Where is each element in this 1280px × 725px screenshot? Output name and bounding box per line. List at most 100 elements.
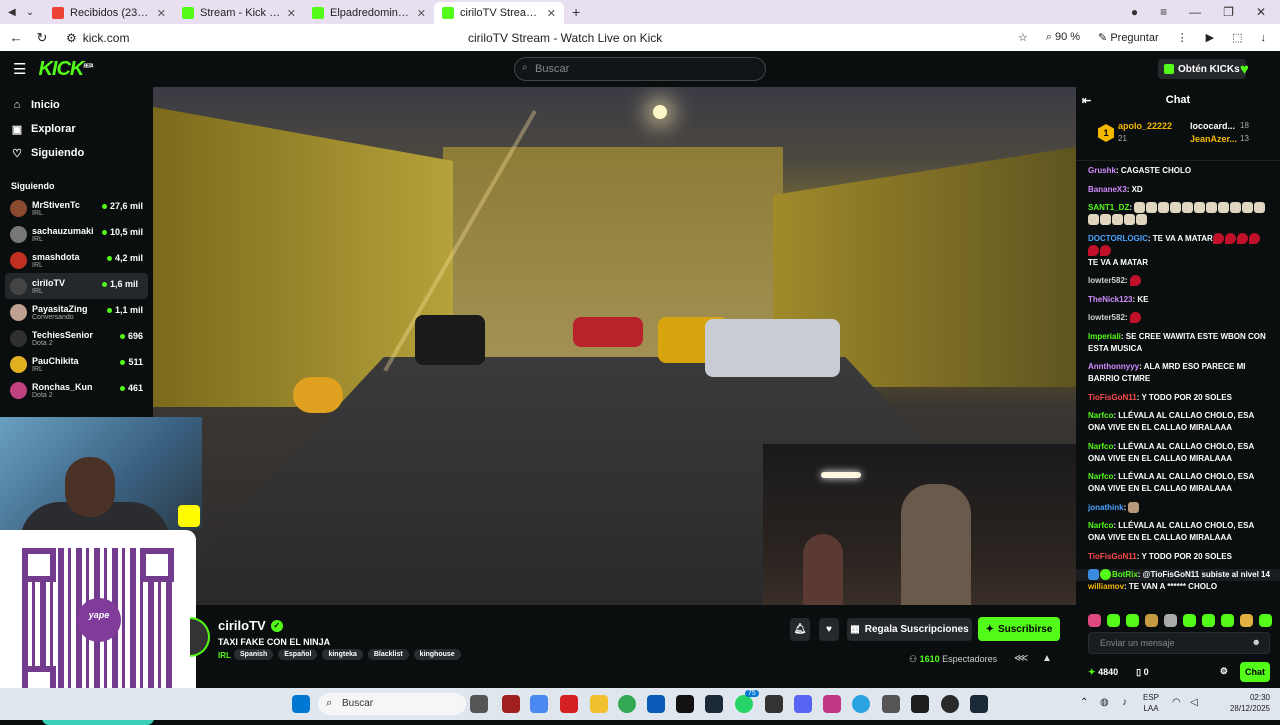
back-icon[interactable]: ← xyxy=(6,30,26,45)
sidebar-channel[interactable]: smashdota IRL 4,2 mil xyxy=(0,247,153,273)
leaderboard-user[interactable]: lococard... xyxy=(1190,121,1235,131)
tag[interactable]: Blacklist xyxy=(367,649,409,660)
chat-username[interactable]: jonathink xyxy=(1088,503,1124,512)
sidebar-channel[interactable]: Ronchas_Kun Dota 2 461 xyxy=(0,377,153,403)
windows-start-icon[interactable] xyxy=(292,695,310,713)
close-icon[interactable]: ✕ xyxy=(287,7,296,20)
app-icon[interactable] xyxy=(941,695,959,713)
keyboard-language[interactable]: ESP LAA xyxy=(1143,692,1159,714)
chat-username[interactable]: TheNick123 xyxy=(1088,295,1132,304)
tab-elpadredomingo[interactable]: ElpadredomingoOfic ✕ xyxy=(304,2,434,24)
collapse-chat-icon[interactable]: ⇤ xyxy=(1082,94,1091,107)
leaderboard-user[interactable]: apolo_22222 xyxy=(1118,121,1172,131)
tag[interactable]: kinghouse xyxy=(413,649,461,660)
telegram-icon[interactable] xyxy=(852,695,870,713)
tray-chevron-icon[interactable]: ⌃ xyxy=(1080,697,1088,708)
chrome-icon[interactable] xyxy=(618,695,636,713)
minimize-icon[interactable]: — xyxy=(1189,5,1201,19)
audio-icon[interactable]: ◀ xyxy=(8,7,16,18)
sidebar-channel[interactable]: TechiesSenior Dota 2 696 xyxy=(0,325,153,351)
sidebar-channel[interactable]: ciriloTV IRL 1,6 mil xyxy=(5,273,148,299)
emote-icon[interactable] xyxy=(1088,614,1101,627)
search-input[interactable]: ⌕ Buscar xyxy=(514,57,766,81)
hamburger-menu-icon[interactable]: ☰ xyxy=(13,60,26,78)
tab-gmail[interactable]: Recibidos (237) - ferrygorc ✕ xyxy=(44,2,174,24)
emote-icon[interactable] xyxy=(1221,614,1234,627)
leaderboard-user[interactable]: JeanAzer... xyxy=(1190,134,1237,144)
close-icon[interactable]: ✕ xyxy=(157,7,166,20)
chat-username[interactable]: Grushk xyxy=(1088,166,1116,175)
steam-icon[interactable] xyxy=(705,695,723,713)
get-kicks-button[interactable]: Obtén KICKs xyxy=(1158,59,1246,79)
emote-icon[interactable] xyxy=(1164,614,1177,627)
chat-username[interactable]: BotRix xyxy=(1112,570,1138,579)
bookmark-icon[interactable]: ☆ xyxy=(1018,31,1028,44)
steam-icon[interactable] xyxy=(970,695,988,713)
notification-bell-button[interactable]: 🔔︎ xyxy=(790,618,810,641)
whatsapp-icon[interactable] xyxy=(735,695,753,713)
chat-username[interactable]: TioFisGoN11 xyxy=(1088,393,1137,402)
sidebar-channel[interactable]: PayasitaZing Conversando 1,1 mil xyxy=(0,299,153,325)
emote-icon[interactable] xyxy=(1126,614,1139,627)
chat-username[interactable]: BananeX3 xyxy=(1088,185,1127,194)
chat-username[interactable]: lowter582 xyxy=(1088,276,1125,285)
taskbar-search[interactable]: ⌕ Buscar xyxy=(318,693,466,715)
instagram-icon[interactable] xyxy=(823,695,841,713)
volume-icon[interactable]: ◁ xyxy=(1190,697,1198,708)
chat-username[interactable]: Imperiali xyxy=(1088,332,1121,341)
follow-button[interactable]: ♥ xyxy=(819,618,839,641)
emote-icon[interactable] xyxy=(1183,614,1196,627)
chat-username[interactable]: Narfco xyxy=(1088,411,1113,420)
gift-subs-button[interactable]: ▦ Regala Suscripciones xyxy=(847,618,972,641)
report-icon[interactable]: ▲ xyxy=(1042,653,1052,664)
chat-username[interactable]: SANT1_DZ xyxy=(1088,203,1129,212)
chat-username[interactable]: Narfco xyxy=(1088,521,1113,530)
sidebar-channel[interactable]: PauChikita IRL 511 xyxy=(0,351,153,377)
profile-icon[interactable]: ● xyxy=(1131,5,1138,19)
discord-icon[interactable] xyxy=(794,695,812,713)
site-info-icon[interactable]: ⚙ xyxy=(66,31,77,45)
tag[interactable]: Spanish xyxy=(234,649,274,660)
close-window-icon[interactable]: ✕ xyxy=(1256,5,1266,19)
close-icon[interactable]: ✕ xyxy=(417,7,426,20)
ask-button[interactable]: ✎ Preguntar xyxy=(1098,31,1159,44)
chat-username[interactable]: Narfco xyxy=(1088,472,1113,481)
reload-icon[interactable]: ↻ xyxy=(32,30,52,46)
media-icon[interactable]: ▶ xyxy=(1206,31,1214,44)
kick-logo[interactable]: KICKBETA xyxy=(38,58,93,81)
channel-avatar[interactable] xyxy=(190,617,210,657)
chat-username[interactable]: Annthonnyyy xyxy=(1088,362,1139,371)
terminal-icon[interactable] xyxy=(911,695,929,713)
kicks-count[interactable]: 4840 xyxy=(1098,667,1118,677)
emote-icon[interactable] xyxy=(1259,614,1272,627)
send-chat-button[interactable]: Chat xyxy=(1240,662,1270,682)
tag[interactable]: Español xyxy=(278,649,318,660)
download-icon[interactable]: ↓ xyxy=(1261,32,1267,44)
calculator-icon[interactable] xyxy=(882,695,900,713)
chevron-down-icon[interactable]: ⌄ xyxy=(26,7,34,18)
emote-icon[interactable] xyxy=(1107,614,1120,627)
wifi-icon[interactable]: ◠ xyxy=(1172,697,1181,708)
obs-icon[interactable] xyxy=(765,695,783,713)
sidebar-channel[interactable]: MrStivenTc IRL 27,6 mil xyxy=(0,195,153,221)
sidebar-item-siguiendo[interactable]: ♡ Siguiendo xyxy=(0,141,153,165)
share-icon[interactable]: ⋘ xyxy=(1014,653,1028,664)
stream-category[interactable]: IRL xyxy=(218,651,231,660)
zoom-indicator[interactable]: ⌕ 90 % xyxy=(1046,31,1080,44)
extensions-icon[interactable]: ⬚ xyxy=(1232,31,1242,44)
microphone-icon[interactable]: ♪ xyxy=(1122,697,1127,708)
restore-icon[interactable]: ❐ xyxy=(1223,5,1234,19)
tiktok-icon[interactable] xyxy=(676,695,694,713)
file-explorer-icon[interactable] xyxy=(590,695,608,713)
close-icon[interactable]: ✕ xyxy=(547,7,556,20)
channel-name[interactable]: ciriloTV ✓ xyxy=(218,618,283,633)
chat-username[interactable]: DOCTORLOGIC xyxy=(1088,234,1148,243)
network-icon[interactable]: ◍ xyxy=(1100,697,1109,708)
emoji-icon[interactable]: ☻ xyxy=(1252,637,1261,647)
clock[interactable]: 02:30 28/12/2025 xyxy=(1230,692,1270,714)
sidebar-item-inicio[interactable]: ⌂ Inicio xyxy=(0,93,153,117)
store-icon[interactable] xyxy=(647,695,665,713)
user-avatar-icon[interactable]: ♥ xyxy=(1240,61,1249,78)
more-icon[interactable]: ⋮ xyxy=(1177,31,1188,44)
settings-icon[interactable]: ⚙ xyxy=(1220,666,1228,677)
